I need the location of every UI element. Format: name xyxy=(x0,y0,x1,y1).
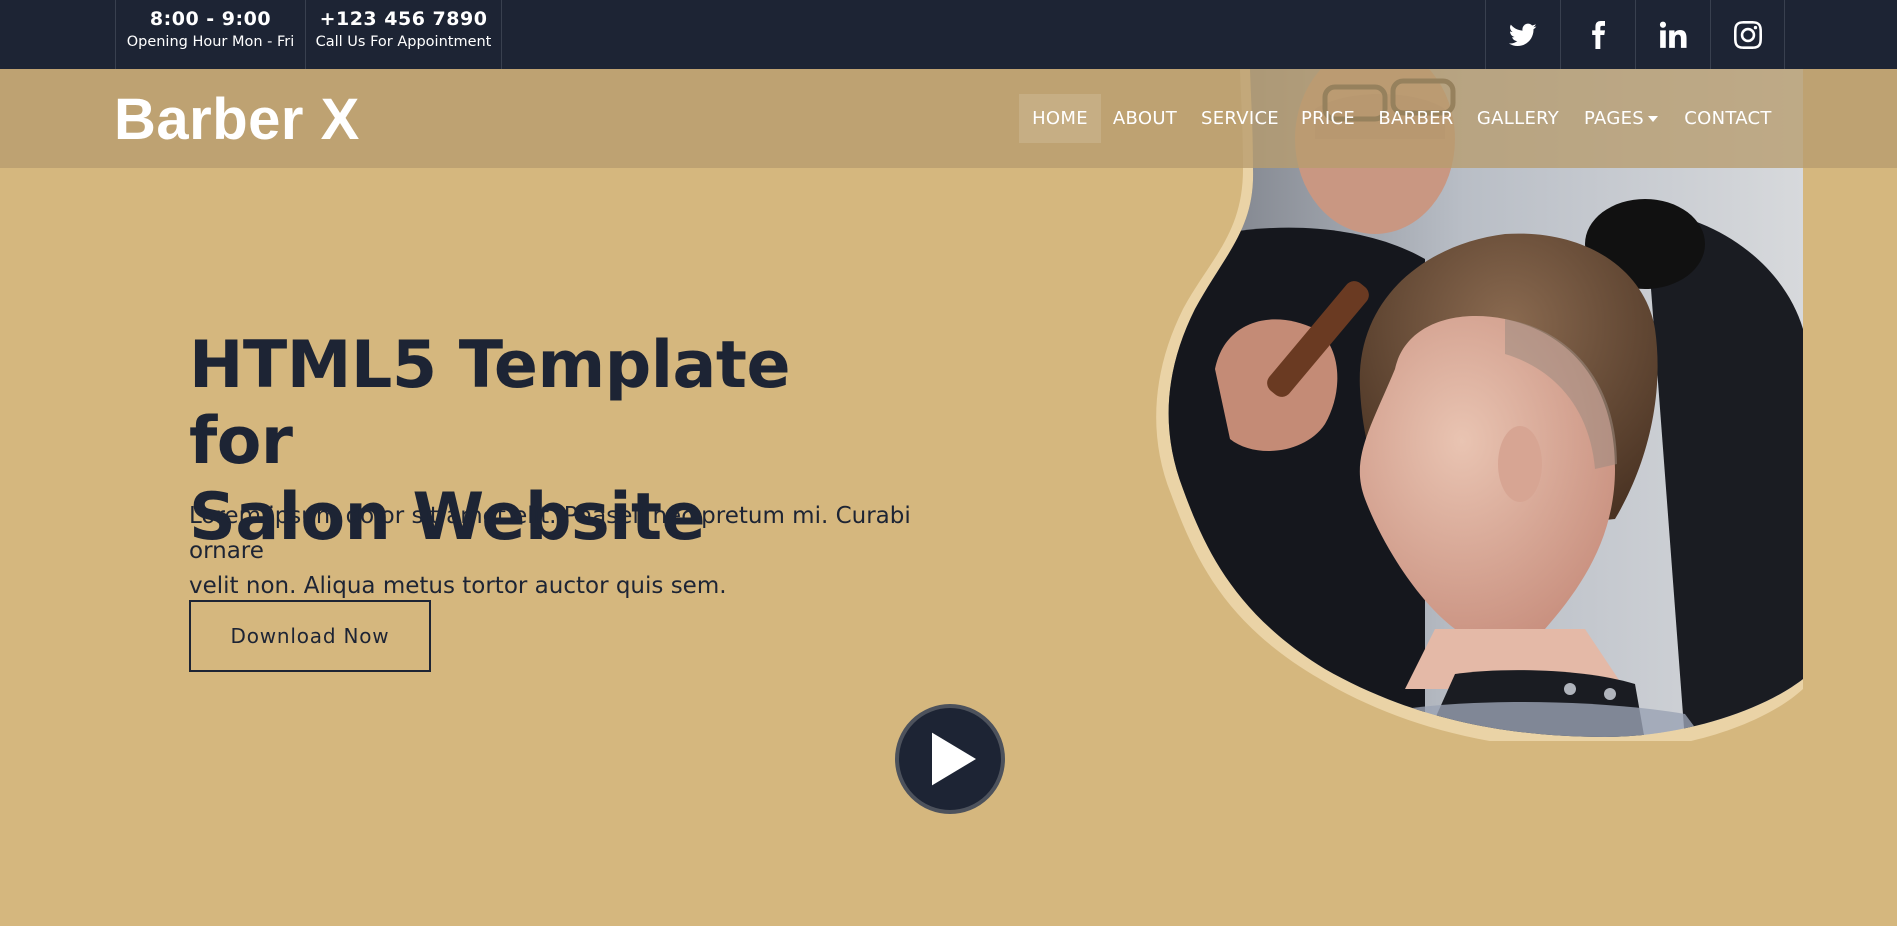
nav-pages-label: PAGES xyxy=(1584,108,1644,129)
opening-hours-label: Opening Hour Mon - Fri xyxy=(126,34,295,50)
hero-barber-photo xyxy=(1156,69,1803,741)
phone-label: Call Us For Appointment xyxy=(315,34,492,50)
nav-about[interactable]: ABOUT xyxy=(1105,94,1185,143)
nav-gallery[interactable]: GALLERY xyxy=(1470,94,1566,143)
nav-price[interactable]: PRICE xyxy=(1295,94,1361,143)
brand-mark: X xyxy=(320,87,360,152)
twitter-link[interactable] xyxy=(1485,0,1560,69)
nav-home[interactable]: HOME xyxy=(1019,94,1101,143)
facebook-icon xyxy=(1592,20,1605,49)
nav-pages-dropdown[interactable]: PAGES xyxy=(1576,94,1666,143)
play-icon xyxy=(932,732,976,786)
hero-title-line1: HTML5 Template for xyxy=(189,328,791,479)
brand-logo[interactable]: Barber X xyxy=(114,87,360,153)
brand-name: Barber xyxy=(114,87,321,152)
download-now-button[interactable]: Download Now xyxy=(189,600,431,672)
nav-barber[interactable]: BARBER xyxy=(1373,94,1459,143)
top-bar: 8:00 - 9:00 Opening Hour Mon - Fri +123 … xyxy=(0,0,1897,69)
linkedin-icon xyxy=(1659,21,1687,48)
chevron-down-icon xyxy=(1647,116,1658,122)
play-video-button[interactable] xyxy=(895,704,1005,814)
nav-contact[interactable]: CONTACT xyxy=(1675,94,1781,143)
hero-text-line2: velit non. Aliqua metus tortor auctor qu… xyxy=(189,573,727,599)
hero-text-line1: Lorem ipsum dolor sit amet elit. Phasell… xyxy=(189,503,911,564)
phone-number[interactable]: +123 456 7890 xyxy=(306,8,501,30)
twitter-icon xyxy=(1509,23,1537,46)
opening-hours-time: 8:00 - 9:00 xyxy=(149,8,272,30)
nav-service[interactable]: SERVICE xyxy=(1195,94,1285,143)
instagram-icon xyxy=(1733,20,1762,49)
opening-hours: 8:00 - 9:00 Opening Hour Mon - Fri xyxy=(115,0,306,69)
phone-contact: +123 456 7890 Call Us For Appointment xyxy=(305,0,502,69)
instagram-link[interactable] xyxy=(1710,0,1785,69)
facebook-link[interactable] xyxy=(1560,0,1635,69)
hero-description: Lorem ipsum dolor sit amet elit. Phasell… xyxy=(189,499,949,604)
linkedin-link[interactable] xyxy=(1635,0,1710,69)
